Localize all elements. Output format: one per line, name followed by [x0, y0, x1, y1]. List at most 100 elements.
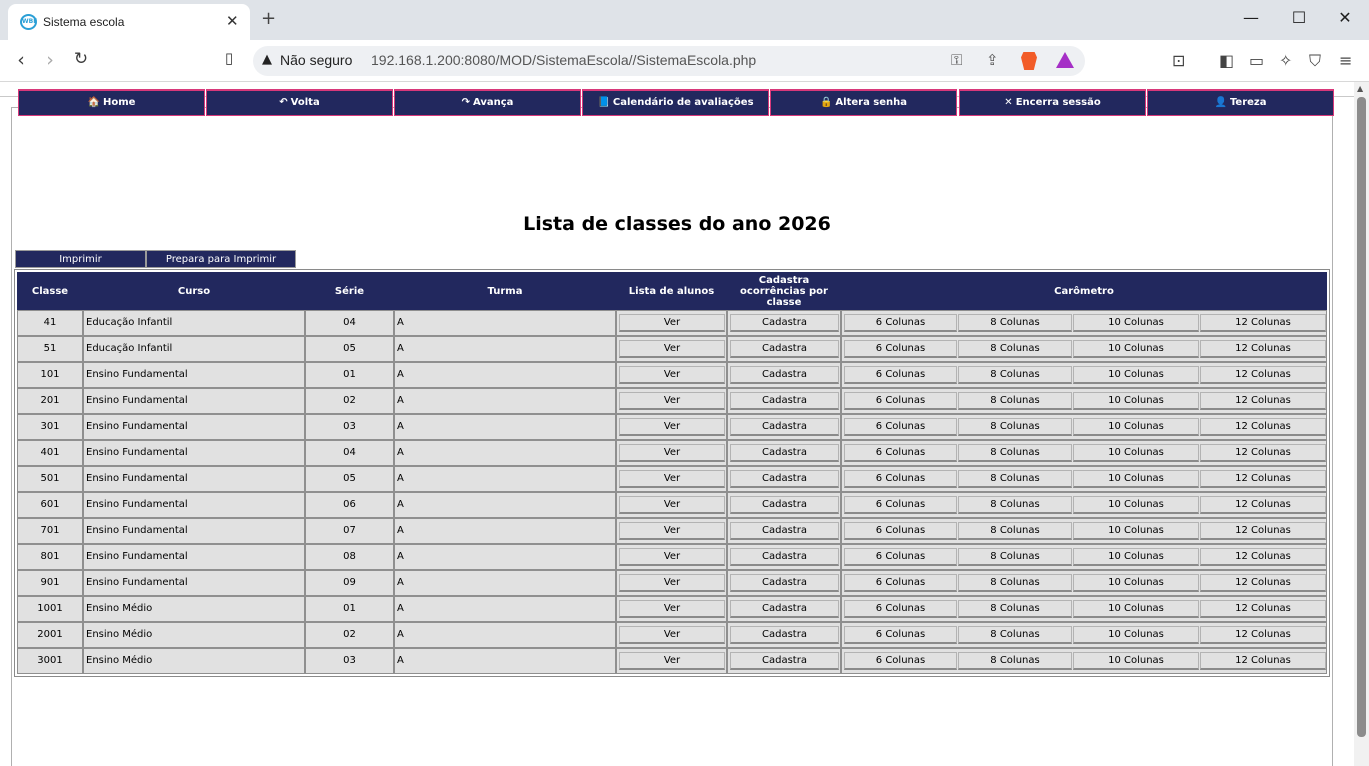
carometro-8-colunas-button[interactable]: 8 Colunas [958, 522, 1072, 540]
menu-icon[interactable]: ≡ [1339, 51, 1352, 70]
cadastra-ocorrencia-button[interactable]: Cadastra [730, 652, 839, 670]
minimize-icon[interactable]: — [1236, 8, 1266, 32]
reload-icon[interactable]: ↻ [69, 49, 93, 69]
print-button[interactable]: Imprimir [15, 250, 146, 268]
carometro-6-colunas-button[interactable]: 6 Colunas [844, 652, 957, 670]
carometro-8-colunas-button[interactable]: 8 Colunas [958, 418, 1072, 436]
leo-ai-icon[interactable]: ✧ [1279, 51, 1292, 70]
carometro-6-colunas-button[interactable]: 6 Colunas [844, 470, 957, 488]
carometro-8-colunas-button[interactable]: 8 Colunas [958, 444, 1072, 462]
ver-alunos-button[interactable]: Ver [619, 392, 725, 410]
cadastra-ocorrencia-button[interactable]: Cadastra [730, 366, 839, 384]
menu-calendar[interactable]: 📘 Calendário de avaliações [582, 89, 769, 116]
carometro-8-colunas-button[interactable]: 8 Colunas [958, 496, 1072, 514]
carometro-12-colunas-button[interactable]: 12 Colunas [1200, 496, 1326, 514]
menu-forward[interactable]: ↷ Avança [394, 89, 581, 116]
carometro-10-colunas-button[interactable]: 10 Colunas [1073, 444, 1199, 462]
cadastra-ocorrencia-button[interactable]: Cadastra [730, 418, 839, 436]
ver-alunos-button[interactable]: Ver [619, 314, 725, 332]
cadastra-ocorrencia-button[interactable]: Cadastra [730, 340, 839, 358]
carometro-6-colunas-button[interactable]: 6 Colunas [844, 444, 957, 462]
close-window-icon[interactable]: ✕ [1330, 8, 1360, 32]
carometro-6-colunas-button[interactable]: 6 Colunas [844, 574, 957, 592]
maximize-icon[interactable]: ☐ [1284, 8, 1314, 32]
carometro-8-colunas-button[interactable]: 8 Colunas [958, 574, 1072, 592]
ver-alunos-button[interactable]: Ver [619, 418, 725, 436]
cadastra-ocorrencia-button[interactable]: Cadastra [730, 626, 839, 644]
carometro-12-colunas-button[interactable]: 12 Colunas [1200, 392, 1326, 410]
carometro-10-colunas-button[interactable]: 10 Colunas [1073, 626, 1199, 644]
carometro-6-colunas-button[interactable]: 6 Colunas [844, 418, 957, 436]
carometro-12-colunas-button[interactable]: 12 Colunas [1200, 340, 1326, 358]
carometro-10-colunas-button[interactable]: 10 Colunas [1073, 522, 1199, 540]
vpn-shield-icon[interactable]: ⛉ [1309, 51, 1321, 71]
carometro-6-colunas-button[interactable]: 6 Colunas [844, 314, 957, 332]
carometro-12-colunas-button[interactable]: 12 Colunas [1200, 600, 1326, 618]
scroll-up-icon[interactable]: ▲ [1357, 84, 1363, 93]
cadastra-ocorrencia-button[interactable]: Cadastra [730, 522, 839, 540]
cadastra-ocorrencia-button[interactable]: Cadastra [730, 392, 839, 410]
ver-alunos-button[interactable]: Ver [619, 626, 725, 644]
carometro-6-colunas-button[interactable]: 6 Colunas [844, 496, 957, 514]
carometro-6-colunas-button[interactable]: 6 Colunas [844, 548, 957, 566]
menu-change-password[interactable]: 🔒 Altera senha [770, 89, 957, 116]
ver-alunos-button[interactable]: Ver [619, 522, 725, 540]
carometro-10-colunas-button[interactable]: 10 Colunas [1073, 340, 1199, 358]
carometro-12-colunas-button[interactable]: 12 Colunas [1200, 366, 1326, 384]
reader-mode-icon[interactable]: ⊡ [1172, 51, 1185, 70]
menu-logout[interactable]: ✕ Encerra sessão [959, 89, 1146, 116]
carometro-8-colunas-button[interactable]: 8 Colunas [958, 626, 1072, 644]
ver-alunos-button[interactable]: Ver [619, 470, 725, 488]
brave-shields-icon[interactable] [1021, 52, 1037, 70]
share-icon[interactable]: ⇪ [986, 51, 999, 69]
carometro-10-colunas-button[interactable]: 10 Colunas [1073, 600, 1199, 618]
cadastra-ocorrencia-button[interactable]: Cadastra [730, 496, 839, 514]
ver-alunos-button[interactable]: Ver [619, 600, 725, 618]
menu-back[interactable]: ↶ Volta [206, 89, 393, 116]
carometro-10-colunas-button[interactable]: 10 Colunas [1073, 392, 1199, 410]
tab-close-icon[interactable]: ✕ [226, 12, 239, 30]
cadastra-ocorrencia-button[interactable]: Cadastra [730, 574, 839, 592]
cadastra-ocorrencia-button[interactable]: Cadastra [730, 548, 839, 566]
url-text[interactable]: 192.168.1.200:8080/MOD/SistemaEscola//Si… [371, 52, 756, 68]
carometro-8-colunas-button[interactable]: 8 Colunas [958, 366, 1072, 384]
carometro-8-colunas-button[interactable]: 8 Colunas [958, 470, 1072, 488]
carometro-10-colunas-button[interactable]: 10 Colunas [1073, 470, 1199, 488]
sidebar-icon[interactable]: ◧ [1219, 51, 1234, 70]
brave-rewards-icon[interactable] [1056, 52, 1074, 68]
carometro-10-colunas-button[interactable]: 10 Colunas [1073, 314, 1199, 332]
carometro-8-colunas-button[interactable]: 8 Colunas [958, 340, 1072, 358]
carometro-8-colunas-button[interactable]: 8 Colunas [958, 600, 1072, 618]
forward-icon[interactable]: › [38, 49, 62, 71]
key-icon[interactable]: ⚿ [951, 51, 962, 69]
carometro-8-colunas-button[interactable]: 8 Colunas [958, 314, 1072, 332]
carometro-8-colunas-button[interactable]: 8 Colunas [958, 392, 1072, 410]
carometro-12-colunas-button[interactable]: 12 Colunas [1200, 652, 1326, 670]
address-bar[interactable]: ▲ Não seguro 192.168.1.200:8080/MOD/Sist… [253, 46, 1085, 76]
prepare-print-button[interactable]: Prepara para Imprimir [146, 250, 296, 268]
carometro-12-colunas-button[interactable]: 12 Colunas [1200, 418, 1326, 436]
carometro-12-colunas-button[interactable]: 12 Colunas [1200, 470, 1326, 488]
browser-tab[interactable]: WBF Sistema escola ✕ [8, 4, 250, 40]
new-tab-button[interactable]: + [261, 8, 276, 29]
carometro-12-colunas-button[interactable]: 12 Colunas [1200, 548, 1326, 566]
ver-alunos-button[interactable]: Ver [619, 548, 725, 566]
carometro-12-colunas-button[interactable]: 12 Colunas [1200, 444, 1326, 462]
carometro-12-colunas-button[interactable]: 12 Colunas [1200, 574, 1326, 592]
ver-alunos-button[interactable]: Ver [619, 574, 725, 592]
carometro-6-colunas-button[interactable]: 6 Colunas [844, 340, 957, 358]
carometro-10-colunas-button[interactable]: 10 Colunas [1073, 496, 1199, 514]
ver-alunos-button[interactable]: Ver [619, 444, 725, 462]
carometro-6-colunas-button[interactable]: 6 Colunas [844, 366, 957, 384]
menu-user[interactable]: 👤 Tereza [1147, 89, 1334, 116]
carometro-6-colunas-button[interactable]: 6 Colunas [844, 600, 957, 618]
carometro-10-colunas-button[interactable]: 10 Colunas [1073, 418, 1199, 436]
carometro-12-colunas-button[interactable]: 12 Colunas [1200, 314, 1326, 332]
cadastra-ocorrencia-button[interactable]: Cadastra [730, 444, 839, 462]
cadastra-ocorrencia-button[interactable]: Cadastra [730, 600, 839, 618]
wallet-icon[interactable]: ▭ [1249, 51, 1264, 70]
ver-alunos-button[interactable]: Ver [619, 652, 725, 670]
cadastra-ocorrencia-button[interactable]: Cadastra [730, 470, 839, 488]
ver-alunos-button[interactable]: Ver [619, 340, 725, 358]
carometro-6-colunas-button[interactable]: 6 Colunas [844, 626, 957, 644]
